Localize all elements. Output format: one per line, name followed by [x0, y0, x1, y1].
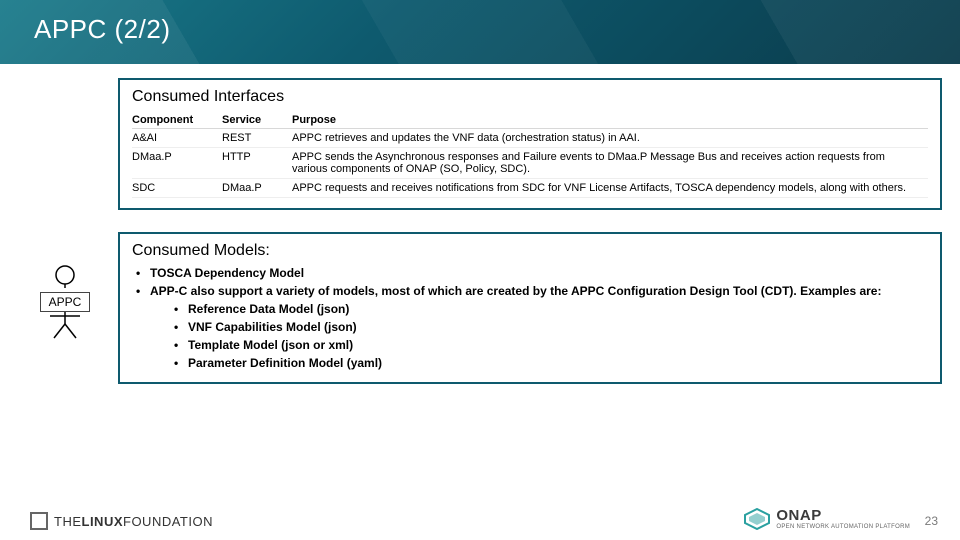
page-number: 23 [925, 514, 938, 528]
onap-logo: ONAP OPEN NETWORK AUTOMATION PLATFORM [744, 507, 910, 530]
cell-component: A&AI [132, 129, 222, 148]
slide-header: APPC (2/2) [0, 0, 960, 64]
table-row: SDC DMaa.P APPC requests and receives no… [132, 179, 928, 198]
consumed-interfaces-panel: Consumed Interfaces Component Service Pu… [118, 78, 942, 210]
cell-component: DMaa.P [132, 148, 222, 179]
actor-head-icon [52, 264, 78, 288]
table-row: A&AI REST APPC retrieves and updates the… [132, 129, 928, 148]
actor-body-icon [48, 312, 82, 340]
list-item: VNF Capabilities Model (json) [170, 318, 928, 336]
cell-service: REST [222, 129, 292, 148]
cell-purpose: APPC requests and receives notifications… [292, 179, 928, 198]
lf-square-icon [30, 512, 48, 530]
cell-service: HTTP [222, 148, 292, 179]
table-row: DMaa.P HTTP APPC sends the Asynchronous … [132, 148, 928, 179]
lf-pre: THE [54, 514, 82, 529]
linux-foundation-logo: THELINUXFOUNDATION [30, 512, 213, 530]
list-item-text: APP-C also support a variety of models, … [150, 284, 881, 298]
onap-wordmark: ONAP OPEN NETWORK AUTOMATION PLATFORM [776, 507, 910, 530]
sublist: Reference Data Model (json) VNF Capabili… [170, 300, 928, 372]
lf-post: FOUNDATION [123, 514, 213, 529]
col-purpose: Purpose [292, 112, 928, 129]
col-service: Service [222, 112, 292, 129]
lf-wordmark: THELINUXFOUNDATION [54, 514, 213, 529]
cell-purpose: APPC sends the Asynchronous responses an… [292, 148, 928, 179]
consumed-models-panel: Consumed Models: TOSCA Dependency Model … [118, 232, 942, 384]
table-header-row: Component Service Purpose [132, 112, 928, 129]
actor-label: APPC [40, 292, 91, 312]
slide-title: APPC (2/2) [0, 0, 960, 45]
onap-name: ONAP [776, 507, 910, 524]
list-item: APP-C also support a variety of models, … [132, 282, 928, 372]
col-component: Component [132, 112, 222, 129]
onap-tagline: OPEN NETWORK AUTOMATION PLATFORM [776, 524, 910, 530]
cell-purpose: APPC retrieves and updates the VNF data … [292, 129, 928, 148]
slide-footer: THELINUXFOUNDATION ONAP OPEN NETWORK AUT… [0, 500, 960, 530]
list-item-text: TOSCA Dependency Model [150, 266, 304, 280]
list-item: TOSCA Dependency Model [132, 264, 928, 282]
consumed-models-list: TOSCA Dependency Model APP-C also suppor… [132, 264, 928, 372]
lf-mid: LINUX [82, 514, 124, 529]
cell-component: SDC [132, 179, 222, 198]
list-item: Reference Data Model (json) [170, 300, 928, 318]
consumed-models-title: Consumed Models: [132, 242, 928, 260]
onap-mark-icon [744, 508, 770, 530]
actor-figure: APPC [38, 264, 92, 340]
list-item: Parameter Definition Model (yaml) [170, 354, 928, 372]
consumed-interfaces-table: Component Service Purpose A&AI REST APPC… [132, 112, 928, 198]
consumed-interfaces-title: Consumed Interfaces [132, 88, 928, 106]
list-item: Template Model (json or xml) [170, 336, 928, 354]
cell-service: DMaa.P [222, 179, 292, 198]
